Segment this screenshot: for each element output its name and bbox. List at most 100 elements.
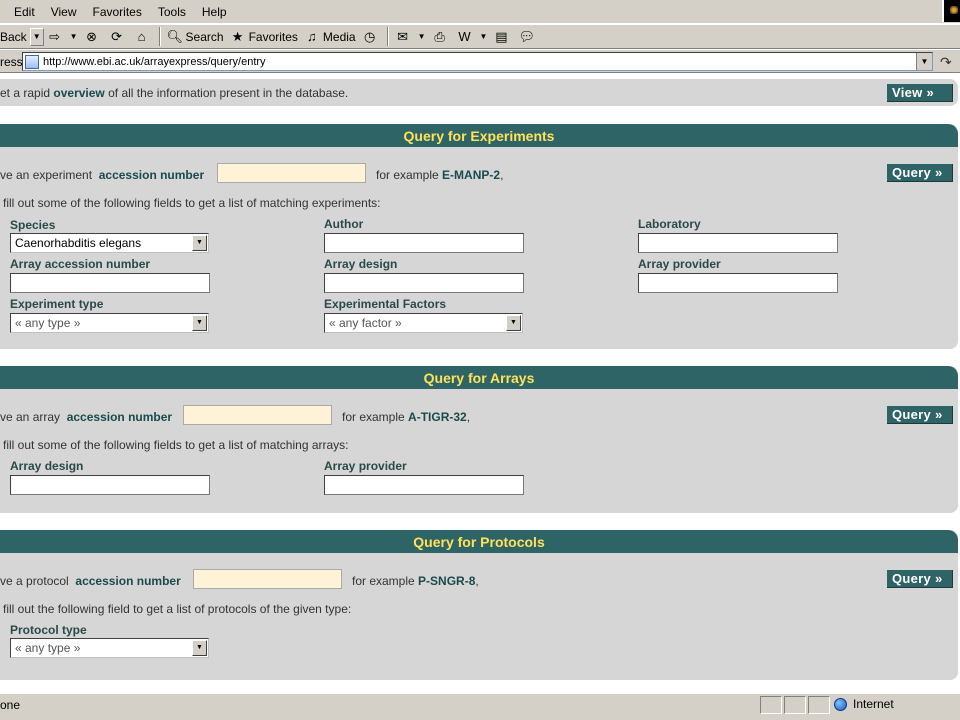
array-provider-label: Array provider — [638, 257, 721, 271]
protocols-panel: Query for Protocols ve a protocol access… — [0, 530, 958, 680]
protocols-accession-text: ve a protocol accession number — [0, 574, 181, 588]
standard-toolbar: Back ▼ ⇨ ▼ ⊗ ⟳ ⌂ 🔍︎ Search ★ Favorites ♫ Med… — [0, 24, 960, 49]
mail-button[interactable]: ✉ ▼ — [392, 26, 429, 47]
arrays-example-text: for example A-TIGR-32, — [342, 410, 471, 424]
laboratory-input[interactable] — [638, 233, 838, 253]
chevron-down-icon[interactable]: ▼ — [192, 235, 207, 251]
arrays-query-button[interactable]: Query » — [887, 406, 953, 424]
array-provider-input[interactable] — [638, 273, 838, 293]
arrays-panel: Query for Arrays ve an array accession n… — [0, 366, 958, 513]
word-edit-icon: W — [458, 28, 471, 44]
status-progress-cell — [760, 696, 782, 714]
page-content: et a rapid overview of all the informati… — [0, 73, 960, 693]
speech-bubble-icon: 💬︎ — [518, 28, 535, 44]
forward-button[interactable]: ⇨ ▼ — [44, 26, 81, 47]
overview-panel: et a rapid overview of all the informati… — [0, 79, 958, 106]
home-button[interactable]: ⌂ — [131, 26, 156, 47]
experiments-fill-text: fill out some of the following fields to… — [3, 196, 381, 210]
array-accession-input[interactable] — [10, 273, 210, 293]
experiment-type-select[interactable]: « any type » ▼ — [10, 313, 209, 333]
edit-button[interactable]: W ▼ — [454, 26, 491, 47]
arrays-array-design-input[interactable] — [10, 475, 210, 495]
laboratory-label: Laboratory — [638, 217, 701, 231]
arrays-fill-text: fill out some of the following fields to… — [3, 438, 349, 452]
mail-icon: ✉ — [397, 28, 409, 44]
experiments-title: Query for Experiments — [0, 124, 958, 147]
array-accession-label: Array accession number — [10, 257, 151, 271]
search-button[interactable]: 🔍︎ Search — [164, 26, 227, 47]
search-label: Search — [185, 29, 224, 44]
print-button[interactable]: ⎙ — [429, 26, 454, 47]
zone-label: Internet — [853, 697, 894, 711]
protocols-title: Query for Protocols — [0, 530, 958, 553]
view-button[interactable]: View » — [887, 84, 953, 102]
experiments-panel: Query for Experiments ve an experiment a… — [0, 124, 958, 349]
address-label: ress — [0, 55, 23, 69]
messenger-button[interactable]: 💬︎ — [515, 26, 540, 47]
protocol-type-select[interactable]: « any type » ▼ — [10, 638, 209, 658]
arrays-title: Query for Arrays — [0, 366, 958, 389]
address-bar: ress http://www.ebi.ac.uk/arrayexpress/q… — [0, 49, 960, 73]
go-arrow-icon[interactable]: ↷ — [940, 54, 952, 71]
history-icon: ◷ — [363, 28, 376, 44]
experimental-factors-value: « any factor » — [329, 316, 402, 330]
arrays-array-provider-input[interactable] — [324, 475, 524, 495]
status-text: one — [0, 698, 21, 712]
globe-icon — [834, 697, 847, 711]
chevron-down-icon[interactable]: ▼ — [506, 315, 521, 331]
search-icon: 🔍︎ — [166, 28, 184, 44]
favorites-star-icon: ★ — [231, 28, 244, 44]
overview-text: et a rapid overview of all the informati… — [0, 86, 349, 100]
menu-view[interactable]: View — [51, 5, 77, 19]
history-button[interactable]: ◷ — [359, 26, 384, 47]
menu-favorites[interactable]: Favorites — [92, 5, 141, 19]
experiment-accession-input[interactable] — [217, 163, 366, 183]
discuss-button[interactable]: ▤ — [490, 26, 515, 47]
protocol-accession-input[interactable] — [193, 569, 342, 589]
experiment-type-label: Experiment type — [10, 297, 104, 311]
menu-help[interactable]: Help — [202, 5, 227, 19]
favorites-label: Favorites — [248, 29, 298, 44]
arrays-array-provider-label: Array provider — [324, 459, 407, 473]
arrays-accession-text: ve an array accession number — [0, 410, 173, 424]
back-button[interactable]: Back — [0, 26, 30, 47]
menu-tools[interactable]: Tools — [158, 5, 186, 19]
menu-edit[interactable]: Edit — [14, 5, 35, 19]
experiments-accession-text: ve an experiment accession number — [0, 168, 205, 182]
chevron-down-icon[interactable]: ▼ — [192, 315, 207, 331]
experiment-type-value: « any type » — [15, 316, 81, 330]
array-design-input[interactable] — [324, 273, 524, 293]
media-button[interactable]: ♫ Media — [301, 26, 359, 47]
back-dropdown-button[interactable]: ▼ — [29, 27, 44, 46]
refresh-button[interactable]: ⟳ — [106, 26, 131, 47]
address-dropdown-icon[interactable]: ▼ — [916, 53, 932, 70]
favorites-button[interactable]: ★ Favorites — [227, 26, 301, 47]
status-cell — [808, 696, 830, 714]
author-input[interactable] — [324, 233, 524, 253]
document-icon: ▤ — [495, 28, 508, 44]
menu-bar: Edit View Favorites Tools Help — [0, 0, 960, 24]
species-value: Caenorhabditis elegans — [15, 236, 142, 250]
experimental-factors-select[interactable]: « any factor » ▼ — [324, 313, 523, 333]
protocol-type-label: Protocol type — [10, 623, 87, 637]
arrays-array-design-label: Array design — [10, 459, 84, 473]
page-icon — [25, 54, 39, 69]
status-bar: one Internet — [0, 693, 960, 720]
author-label: Author — [324, 217, 364, 231]
array-design-label: Array design — [324, 257, 398, 271]
protocols-example-text: for example P-SNGR-8, — [352, 574, 479, 588]
address-input[interactable]: http://www.ebi.ac.uk/arrayexpress/query/… — [22, 52, 933, 71]
experiments-example-text: for example E-MANP-2, — [376, 168, 504, 182]
stop-button[interactable]: ⊗ — [81, 26, 106, 47]
protocols-query-button[interactable]: Query » — [887, 570, 953, 588]
toolbar-separator — [158, 27, 161, 46]
media-icon: ♫ — [307, 28, 317, 44]
refresh-icon: ⟳ — [111, 28, 122, 44]
printer-icon: ⎙ — [434, 28, 445, 44]
experiments-query-button[interactable]: Query » — [887, 164, 953, 182]
chevron-down-icon[interactable]: ▼ — [192, 640, 207, 656]
array-accession-query-input[interactable] — [183, 405, 332, 425]
species-select[interactable]: Caenorhabditis elegans ▼ — [10, 233, 209, 253]
security-zone: Internet — [834, 697, 894, 711]
forward-arrow-icon: ⇨ — [49, 28, 61, 44]
